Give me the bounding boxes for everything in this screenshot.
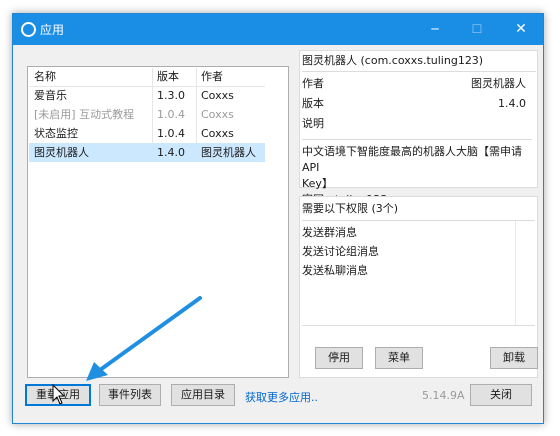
annotation-arrow-icon — [86, 296, 202, 381]
mouse-cursor-icon — [52, 384, 66, 405]
